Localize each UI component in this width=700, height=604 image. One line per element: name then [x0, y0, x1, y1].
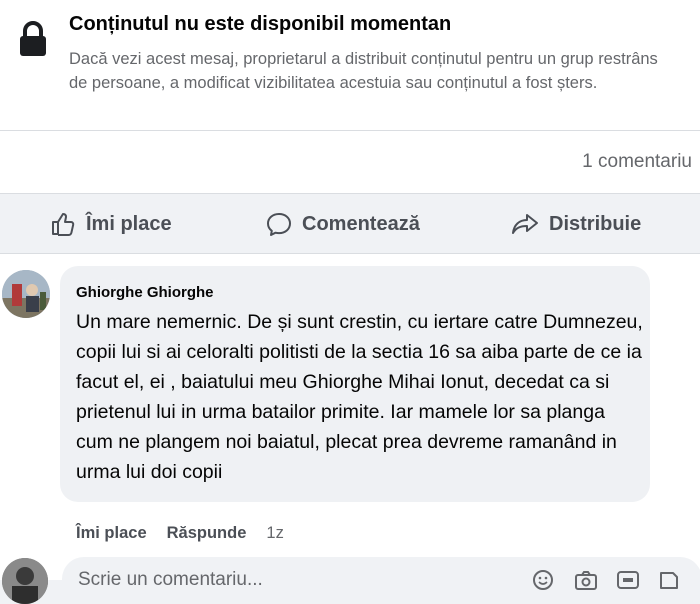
share-button[interactable]: Distribuie	[511, 206, 641, 242]
comment-reply-link[interactable]: Răspunde	[167, 524, 247, 543]
emoji-icon[interactable]	[532, 569, 554, 591]
avatar[interactable]	[2, 270, 50, 318]
like-button[interactable]: Îmi place	[50, 206, 172, 242]
share-label: Distribuie	[549, 212, 642, 235]
share-arrow-icon	[512, 214, 538, 234]
current-user-photo	[2, 558, 48, 604]
notice-title: Conținutul nu este disponibil momentan	[69, 13, 452, 35]
comment-button[interactable]: Comentează	[266, 206, 420, 242]
comment-bubble: Ghiorghe Ghiorghe Un mare nemernic. De ș…	[60, 266, 650, 502]
comment-like-link[interactable]: Îmi place	[76, 524, 147, 543]
comment-count-link[interactable]: 1 comentariu	[582, 151, 692, 173]
comments-section: Ghiorghe Ghiorghe Un mare nemernic. De ș…	[0, 253, 700, 604]
notice-body: Dacă vezi acest mesaj, proprietarul a di…	[69, 50, 658, 92]
comment-meta: Îmi place Răspunde 1z	[76, 524, 304, 543]
comment-input-placeholder: Scrie un comentariu...	[78, 569, 263, 590]
post-stats: 1 comentariu	[0, 131, 700, 193]
comment-text: Un mare nemernic. De și sunt crestin, cu…	[76, 311, 643, 483]
sticker-icon[interactable]	[658, 569, 680, 591]
comment-input[interactable]: Scrie un comentariu...	[62, 557, 700, 601]
post-action-bar: Îmi place Comentează Distribuie	[0, 193, 700, 254]
current-user-avatar[interactable]	[2, 558, 48, 604]
lock-icon	[20, 21, 46, 56]
comment-label: Comentează	[302, 212, 420, 235]
comment-bubble-icon	[267, 213, 291, 236]
comment-timestamp[interactable]: 1z	[266, 524, 283, 543]
thumbs-up-icon	[52, 213, 75, 236]
camera-icon[interactable]	[574, 569, 598, 591]
avatar-photo	[2, 270, 50, 318]
content-unavailable-notice: Conținutul nu este disponibil momentan D…	[0, 0, 700, 131]
like-label: Îmi place	[86, 212, 172, 235]
gif-icon[interactable]	[616, 569, 640, 591]
comment-author[interactable]: Ghiorghe Ghiorghe	[76, 284, 214, 301]
